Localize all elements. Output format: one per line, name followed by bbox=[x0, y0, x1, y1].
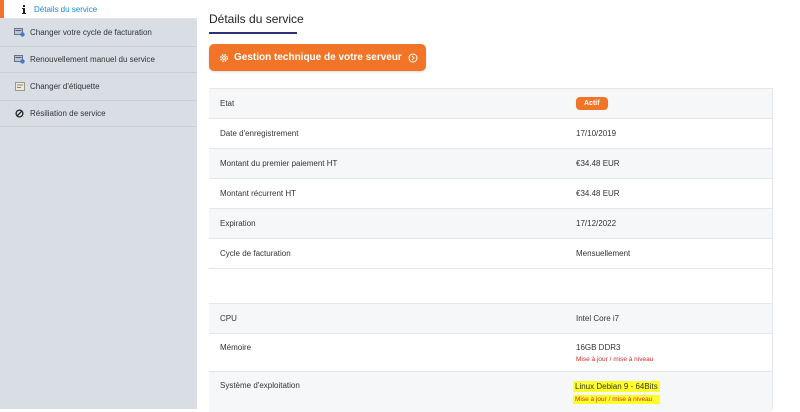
row-label: Système d'exploitation bbox=[209, 371, 576, 412]
sidebar-item-manual-renewal[interactable]: Renouvellement manuel du service bbox=[0, 47, 197, 73]
row-value: 17/10/2019 bbox=[576, 118, 772, 149]
page-title: Détails du service bbox=[209, 12, 304, 26]
server-management-button[interactable]: Gestion technique de votre serveur bbox=[209, 44, 426, 71]
billing-cycle-icon bbox=[14, 28, 25, 37]
row-value: 16GB DDR3 bbox=[576, 343, 621, 352]
sidebar-item-label: Renouvellement manuel du service bbox=[30, 55, 155, 64]
table-row: Date d'enregistrement 17/10/2019 bbox=[209, 118, 772, 149]
label-icon bbox=[14, 82, 25, 91]
sidebar-item-label: Résiliation de service bbox=[30, 109, 106, 118]
table-row: Montant du premier paiement HT €34.48 EU… bbox=[209, 148, 772, 179]
row-label: Etat bbox=[209, 88, 576, 119]
sidebar-item-cancel-service[interactable]: Résiliation de service bbox=[0, 101, 197, 127]
row-label: Montant récurrent HT bbox=[209, 178, 576, 209]
sidebar: Détails du service Changer votre cycle d… bbox=[0, 0, 197, 409]
row-label: Cycle de facturation bbox=[209, 238, 576, 269]
row-value: €34.48 EUR bbox=[576, 148, 772, 179]
sidebar-item-label: Détails du service bbox=[34, 4, 98, 14]
status-badge: Actif bbox=[576, 97, 608, 110]
content-border bbox=[772, 88, 773, 409]
service-details-table: Etat Actif Date d'enregistrement 17/10/2… bbox=[209, 88, 772, 269]
table-row: Mémoire 16GB DDR3 Mise à jour / mise à n… bbox=[209, 333, 772, 372]
ban-icon bbox=[14, 109, 25, 118]
table-row: Etat Actif bbox=[209, 88, 772, 119]
sidebar-item-service-details[interactable]: Détails du service bbox=[0, 0, 197, 19]
configuration-table: CPU Intel Core i7 Mémoire 16GB DDR3 Mise… bbox=[209, 303, 772, 412]
sidebar-item-label: Changer votre cycle de facturation bbox=[30, 28, 152, 37]
renew-icon bbox=[14, 55, 25, 64]
row-label: CPU bbox=[209, 303, 576, 334]
sidebar-item-label: Changer d'étiquette bbox=[30, 82, 100, 91]
table-row: CPU Intel Core i7 bbox=[209, 303, 772, 334]
row-value: Intel Core i7 bbox=[576, 303, 772, 334]
sidebar-item-change-label[interactable]: Changer d'étiquette bbox=[0, 73, 197, 101]
server-management-label: Gestion technique de votre serveur bbox=[234, 52, 402, 63]
table-row: Cycle de facturation Mensuellement bbox=[209, 238, 772, 269]
table-row: Montant récurrent HT €34.48 EUR bbox=[209, 178, 772, 209]
row-value: Mensuellement bbox=[576, 238, 772, 269]
title-underline bbox=[209, 32, 297, 34]
sidebar-item-billing-cycle[interactable]: Changer votre cycle de facturation bbox=[0, 19, 197, 47]
row-label: Date d'enregistrement bbox=[209, 118, 576, 149]
info-icon bbox=[18, 4, 29, 14]
memory-upgrade-link[interactable]: Mise à jour / mise à niveau bbox=[576, 356, 771, 363]
row-value: 17/12/2022 bbox=[576, 208, 772, 239]
arrow-circle-icon bbox=[408, 53, 418, 63]
row-label: Montant du premier paiement HT bbox=[209, 148, 576, 179]
gear-icon bbox=[219, 53, 229, 63]
table-row: Expiration 17/12/2022 bbox=[209, 208, 772, 239]
row-label: Expiration bbox=[209, 208, 576, 239]
row-value: Linux Debian 9 - 64Bits bbox=[573, 381, 660, 392]
row-label: Mémoire bbox=[209, 333, 576, 372]
table-row: Système d'exploitation Linux Debian 9 - … bbox=[209, 371, 772, 412]
row-value: €34.48 EUR bbox=[576, 178, 772, 209]
os-upgrade-link[interactable]: Mise à jour / mise à niveau bbox=[573, 395, 661, 404]
